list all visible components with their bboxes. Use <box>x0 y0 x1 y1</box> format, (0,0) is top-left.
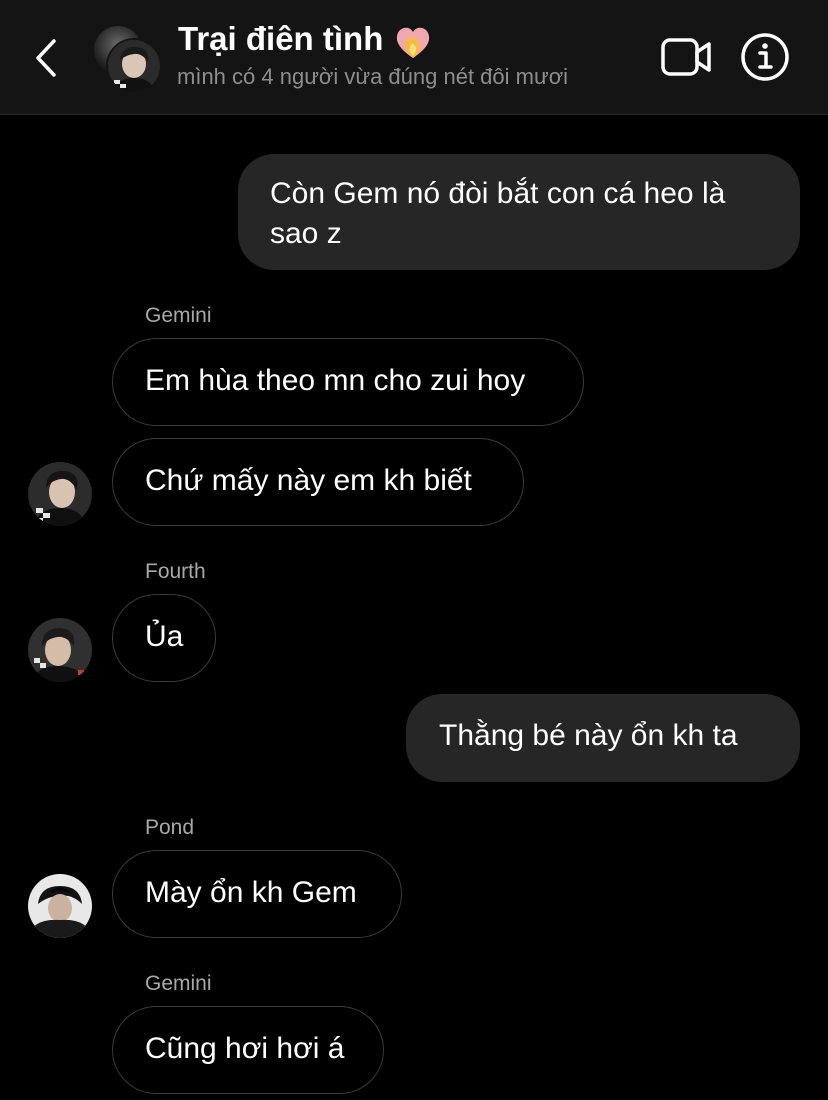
sender-name: Gemini <box>145 304 212 327</box>
message-bubble-incoming[interactable]: Chứ mấy này em kh biết <box>112 438 524 526</box>
info-icon[interactable] <box>740 32 790 82</box>
sender-name: Pond <box>145 816 195 839</box>
message-text-line: sao z <box>270 217 342 250</box>
chat-title[interactable]: Trại điên tình <box>178 20 383 58</box>
heart-on-fire-icon <box>396 27 430 58</box>
chat-header: Trại điên tình mình có 4 người vừa đúng … <box>0 0 828 115</box>
message-text: Ủa <box>145 620 184 653</box>
chevron-left-icon <box>36 39 56 77</box>
sender-avatar[interactable] <box>28 618 92 682</box>
member-avatar-front <box>106 38 162 94</box>
group-avatar[interactable] <box>92 24 162 94</box>
message-bubble-incoming[interactable]: Mày ổn kh Gem <box>112 850 402 938</box>
message-bubble-outgoing[interactable]: Thằng bé này ổn kh ta <box>406 694 800 782</box>
message-text-line: Còn Gem nó đòi bắt con cá heo là <box>270 177 726 210</box>
message-text: Mày ổn kh Gem <box>145 876 357 909</box>
sender-avatar[interactable] <box>28 874 92 938</box>
message-bubble-incoming[interactable]: Ủa <box>112 594 216 682</box>
message-text: Em hùa theo mn cho zui hoy <box>145 364 526 397</box>
sender-name: Gemini <box>145 972 212 995</box>
message-text: Cũng hơi hơi á <box>145 1032 345 1065</box>
message-bubble-outgoing[interactable]: Còn Gem nó đòi bắt con cá heo là sao z <box>238 154 800 270</box>
sender-avatar[interactable] <box>28 462 92 526</box>
message-text: Chứ mấy này em kh biết <box>145 464 472 497</box>
message-bubble-incoming[interactable]: Em hùa theo mn cho zui hoy <box>112 338 584 426</box>
message-text: Thằng bé này ổn kh ta <box>439 719 738 752</box>
chat-subtitle: mình có 4 người vừa đúng nét đôi mươi <box>177 64 569 89</box>
video-call-icon[interactable] <box>660 36 712 78</box>
sender-name: Fourth <box>145 560 206 583</box>
message-bubble-incoming[interactable]: Cũng hơi hơi á <box>112 1006 384 1094</box>
back-button[interactable] <box>26 34 66 82</box>
